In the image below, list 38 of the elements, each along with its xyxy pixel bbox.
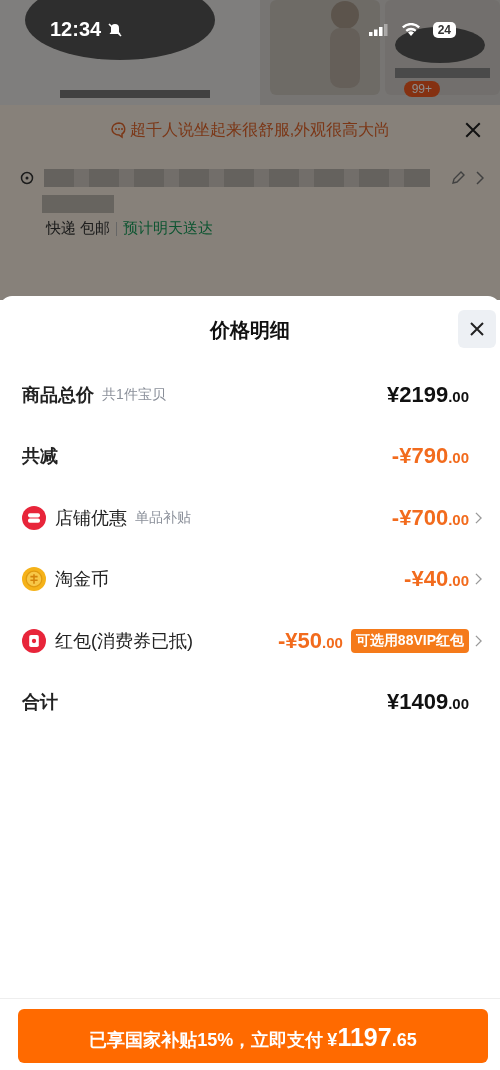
signal-icon: [368, 23, 389, 36]
row-amount: -¥40.00: [404, 566, 469, 593]
chat-icon: [109, 121, 128, 139]
chevron-icon[interactable]: [476, 171, 484, 185]
bell-off-icon: [107, 21, 124, 38]
row-amount: -¥50.00: [277, 627, 343, 654]
row-label: 商品总价: [22, 383, 94, 407]
close-icon[interactable]: [464, 121, 482, 139]
row-amount: ¥1409.00: [386, 689, 469, 716]
row-label: 合计: [22, 691, 58, 715]
chevron-icon[interactable]: [475, 573, 482, 586]
pay-button[interactable]: 已享国家补贴15%，立即支付 ¥1197.65: [18, 1009, 488, 1063]
row-note: 共1件宝贝: [102, 385, 166, 404]
row-amount: ¥2199.00: [386, 381, 469, 408]
row-label: 红包(消费券已抵): [55, 629, 193, 653]
status-time: 12:34: [50, 18, 102, 41]
shipping-method: 快递 包邮: [46, 219, 111, 238]
packet-icon: [22, 628, 46, 653]
row-amount: -¥790.00: [391, 443, 469, 470]
row-note: 单品补贴: [135, 508, 191, 527]
blurred-name: [42, 195, 114, 213]
row-label: 店铺优惠: [55, 506, 127, 530]
delivery-estimate: 预计明天送达: [123, 219, 214, 238]
wifi-icon: [400, 22, 421, 37]
location-icon: [20, 171, 34, 185]
close-icon: [469, 321, 485, 337]
row-label: 共减: [22, 445, 58, 469]
coin-icon: [22, 567, 46, 592]
chevron-icon[interactable]: [475, 511, 482, 524]
sheet-title: 价格明细: [210, 317, 290, 343]
review-banner-text: 超千人说坐起来很舒服,外观很高大尚: [129, 119, 391, 140]
vip-coupon-tag[interactable]: 可选用88VIP红包: [350, 628, 469, 653]
edit-icon[interactable]: [450, 170, 466, 186]
row-label: 淘金币: [55, 568, 109, 592]
chevron-icon[interactable]: [475, 634, 482, 647]
row-amount: -¥700.00: [391, 504, 469, 531]
shop-icon: [22, 505, 46, 530]
close-button[interactable]: [458, 310, 496, 348]
